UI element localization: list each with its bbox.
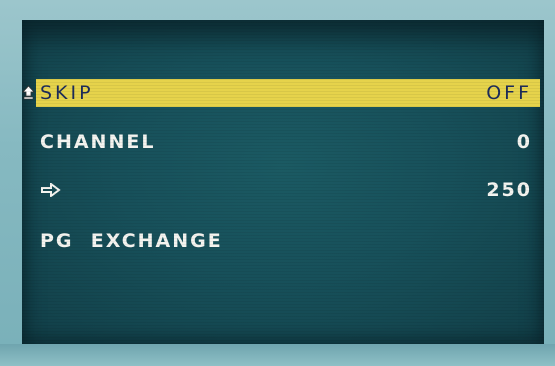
menu-item-value: 0: [516, 131, 532, 153]
menu-item-value: 250: [486, 179, 532, 201]
menu-item-label: CHANNEL: [40, 131, 156, 153]
menu-item-channel[interactable]: CHANNEL 0: [36, 128, 540, 156]
osd-screen: SKIP OFF CHANNEL 0 250 PG EXCHANGE: [22, 20, 544, 344]
upload-cursor-icon: [22, 85, 35, 100]
menu-item-value: OFF: [486, 82, 532, 104]
menu-item-level[interactable]: 250: [36, 176, 540, 204]
menu-item-skip[interactable]: SKIP OFF: [22, 79, 540, 107]
monitor-bezel-bottom: [0, 344, 555, 366]
menu-item-label: PG EXCHANGE: [40, 230, 223, 252]
menu-item-label: SKIP: [40, 82, 94, 104]
arrow-right-icon: [41, 183, 61, 197]
menu-item-pg-exchange[interactable]: PG EXCHANGE: [36, 227, 540, 255]
